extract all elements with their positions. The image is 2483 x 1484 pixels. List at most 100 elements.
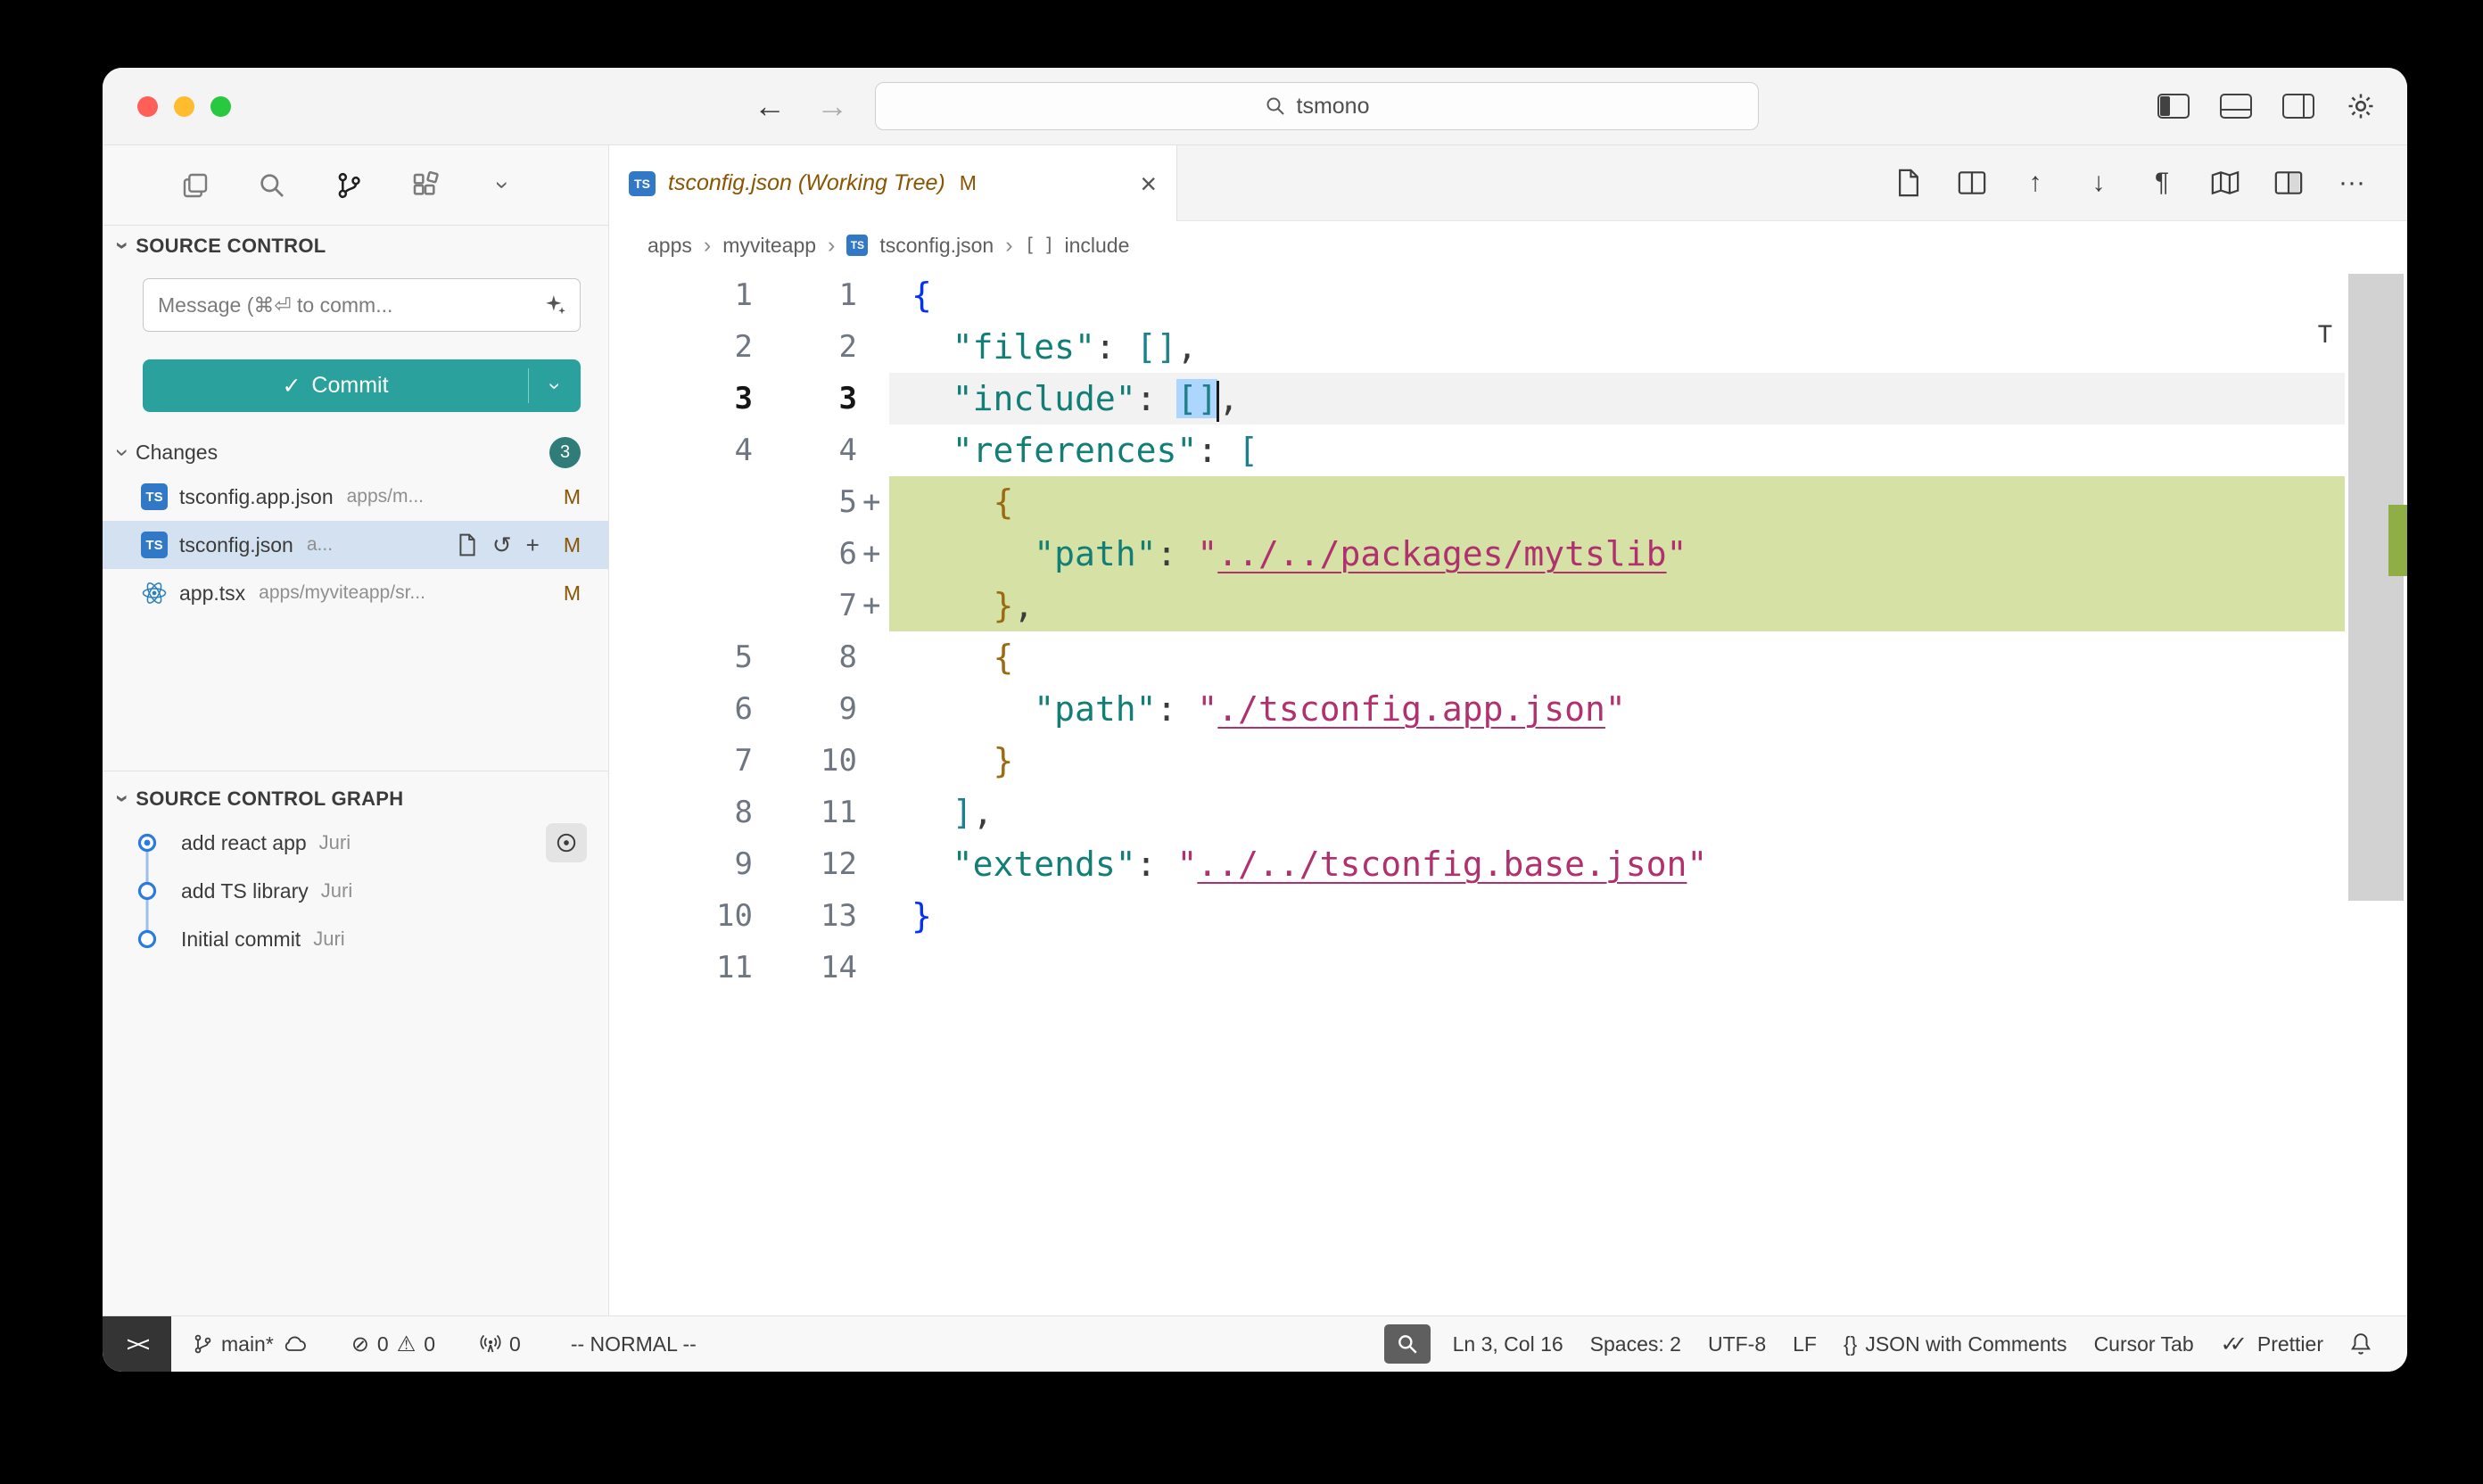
scm-file-row[interactable]: app.tsxapps/myviteapp/sr...M: [103, 569, 608, 617]
vim-mode-indicator[interactable]: -- NORMAL --: [557, 1316, 710, 1372]
scrollbar-thumb[interactable]: [2348, 274, 2404, 901]
toggle-secondary-sidebar-icon[interactable]: [2279, 87, 2318, 126]
notifications-item[interactable]: [2337, 1316, 2372, 1372]
code-line[interactable]: 22 "files": [],: [609, 321, 2345, 373]
scm-file-row[interactable]: TStsconfig.app.jsonapps/m...M: [103, 473, 608, 521]
source-control-graph-header[interactable]: › SOURCE CONTROL GRAPH: [103, 771, 608, 819]
close-window-button[interactable]: [137, 96, 158, 117]
maximize-window-button[interactable]: [210, 96, 231, 117]
code-line[interactable]: 912 "extends": "../../tsconfig.base.json…: [609, 838, 2345, 890]
commit-graph-node-icon: [103, 819, 181, 867]
diff-add-marker: [857, 269, 889, 321]
code-line[interactable]: 811 ],: [609, 787, 2345, 838]
eol-item[interactable]: LF: [1779, 1316, 1830, 1372]
next-change-icon[interactable]: ↓: [2083, 167, 2115, 199]
toggle-panel-icon[interactable]: [2216, 87, 2256, 126]
code-line[interactable]: 44 "references": [: [609, 425, 2345, 476]
commit-dropdown-button[interactable]: ›: [529, 359, 581, 412]
source-control-icon[interactable]: [329, 166, 368, 205]
head-indicator[interactable]: [546, 823, 587, 862]
commit-graph-row[interactable]: add react appJuri: [103, 819, 608, 867]
discard-changes-icon[interactable]: ↺: [492, 532, 512, 559]
settings-gear-icon[interactable]: [2341, 87, 2380, 126]
commit-graph-node-icon: [103, 867, 181, 915]
titlebar-actions: [2154, 68, 2380, 144]
navigate-forward-button[interactable]: →: [816, 68, 848, 144]
encoding-item[interactable]: UTF-8: [1695, 1316, 1779, 1372]
cursor-tab-item[interactable]: Cursor Tab: [2081, 1316, 2207, 1372]
scm-file-row[interactable]: TStsconfig.jsona...↺+M: [103, 521, 608, 569]
minimize-window-button[interactable]: [174, 96, 194, 117]
path-link[interactable]: ../../tsconfig.base.json: [1197, 845, 1687, 884]
path-link[interactable]: ../../packages/mytslib: [1217, 534, 1666, 573]
breadcrumb-item[interactable]: myviteapp: [722, 234, 816, 258]
encoding-text: UTF-8: [1708, 1332, 1766, 1356]
problems-status-item[interactable]: ⊘ 0 ⚠ 0: [338, 1316, 449, 1372]
eol-text: LF: [1793, 1332, 1817, 1356]
breadcrumb-item[interactable]: include: [1064, 234, 1129, 258]
editor-actions: ↑ ↓ ¶ ···: [1893, 145, 2407, 220]
typescript-icon: TS: [141, 532, 168, 558]
code-line[interactable]: 69 "path": "./tsconfig.app.json": [609, 683, 2345, 735]
stage-changes-icon[interactable]: +: [526, 532, 540, 559]
activity-bar: ›: [103, 145, 608, 226]
breadcrumb-item[interactable]: apps: [648, 234, 692, 258]
open-file-icon[interactable]: [457, 533, 478, 556]
commit-graph-row[interactable]: Initial commitJuri: [103, 915, 608, 963]
warning-icon: ⚠: [397, 1331, 417, 1357]
explorer-icon[interactable]: [176, 166, 215, 205]
code-text: }: [889, 735, 2345, 787]
code-editor[interactable]: 11{22 "files": [],33 "include": [],44 "r…: [609, 269, 2407, 1315]
file-path: apps/m...: [347, 486, 424, 507]
previous-change-icon[interactable]: ↑: [2019, 167, 2051, 199]
formatter-item[interactable]: ✓✓ Prettier: [2207, 1316, 2337, 1372]
extensions-icon[interactable]: [406, 166, 445, 205]
code-line[interactable]: 7+ },: [609, 580, 2345, 631]
screencast-zoom-indicator[interactable]: [1384, 1324, 1431, 1364]
modified-badge: M: [564, 533, 581, 557]
remote-indicator[interactable]: ><: [103, 1316, 171, 1372]
cursor-position-item[interactable]: Ln 3, Col 16: [1439, 1316, 1577, 1372]
code-line[interactable]: 33 "include": [],: [609, 373, 2345, 425]
breadcrumb-item[interactable]: tsconfig.json: [879, 234, 994, 258]
changes-section-header[interactable]: › Changes 3: [103, 432, 608, 473]
sparkle-icon[interactable]: [544, 293, 567, 317]
typescript-icon: TS: [141, 483, 168, 510]
ports-status-item[interactable]: 0: [466, 1316, 534, 1372]
search-icon: [1265, 95, 1286, 117]
branch-status-item[interactable]: main*: [178, 1316, 320, 1372]
commit-button[interactable]: ✓ Commit ›: [143, 359, 581, 412]
code-line[interactable]: 6+ "path": "../../packages/mytslib": [609, 528, 2345, 580]
toggle-primary-sidebar-icon[interactable]: [2154, 87, 2193, 126]
search-sidebar-icon[interactable]: [252, 166, 292, 205]
source-control-header[interactable]: › SOURCE CONTROL: [103, 226, 608, 266]
code-line[interactable]: 5+ {: [609, 476, 2345, 528]
line-number-old: 3: [609, 373, 753, 425]
code-line[interactable]: 1013}: [609, 890, 2345, 942]
code-text: }: [889, 890, 2345, 942]
code-line[interactable]: 58 {: [609, 631, 2345, 683]
code-text: [889, 942, 2345, 993]
commit-graph-row[interactable]: add TS libraryJuri: [103, 867, 608, 915]
map-icon[interactable]: [2209, 167, 2241, 199]
indentation-item[interactable]: Spaces: 2: [1577, 1316, 1695, 1372]
command-center-search[interactable]: tsmono: [875, 82, 1759, 130]
code-line[interactable]: 1114: [609, 942, 2345, 993]
open-file-action[interactable]: [457, 533, 478, 556]
code-line[interactable]: 710 }: [609, 735, 2345, 787]
commit-message-input[interactable]: [156, 293, 544, 318]
tab-tsconfig-json[interactable]: TS tsconfig.json (Working Tree) M ×: [609, 145, 1177, 221]
path-link[interactable]: ./tsconfig.app.json: [1217, 689, 1605, 729]
compare-editor-icon[interactable]: [1956, 167, 1988, 199]
more-views-chevron-icon[interactable]: ›: [483, 166, 522, 205]
toggle-whitespace-icon[interactable]: ¶: [2146, 167, 2178, 199]
more-actions-icon[interactable]: ···: [2336, 167, 2368, 199]
navigate-back-button[interactable]: ←: [754, 68, 786, 144]
warning-count: 0: [424, 1332, 435, 1356]
typescript-icon: TS: [846, 235, 868, 256]
code-line[interactable]: 11{: [609, 269, 2345, 321]
close-tab-icon[interactable]: ×: [1140, 169, 1157, 198]
open-changes-icon[interactable]: [1893, 167, 1925, 199]
language-mode-item[interactable]: {} JSON with Comments: [1830, 1316, 2081, 1372]
split-editor-icon[interactable]: [2273, 167, 2305, 199]
